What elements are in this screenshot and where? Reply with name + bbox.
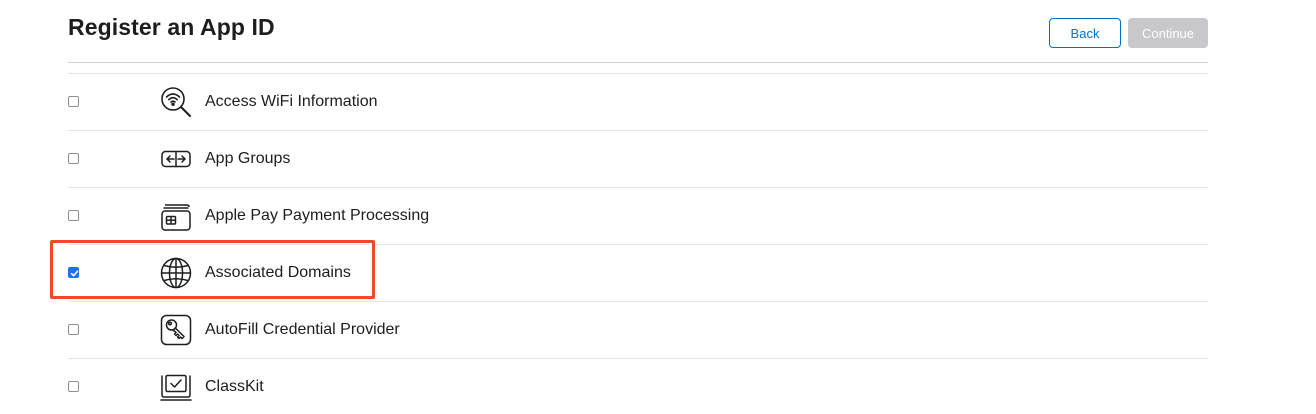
capability-checkbox[interactable] [68, 381, 79, 392]
globe-icon [160, 257, 192, 289]
page-title: Register an App ID [68, 14, 275, 40]
capability-row-apple-pay: Apple Pay Payment Processing [68, 188, 1208, 245]
capability-checkbox[interactable] [68, 210, 79, 221]
back-button[interactable]: Back [1049, 18, 1121, 48]
capability-label: App Groups [205, 150, 291, 167]
capability-checkbox[interactable] [68, 267, 79, 278]
key-icon [160, 314, 192, 346]
page-header: Register an App ID Back Continue [68, 0, 1208, 63]
capability-checkbox[interactable] [68, 153, 79, 164]
capability-label: Apple Pay Payment Processing [205, 207, 430, 224]
capability-label: Access WiFi Information [205, 93, 378, 110]
capability-row-app-groups: App Groups [68, 131, 1208, 188]
capability-label: ClassKit [205, 378, 264, 395]
capabilities-list: Access WiFi Information App Groups Apple… [68, 73, 1208, 414]
wallet-card-icon [160, 200, 192, 232]
capability-row-associated-domains: Associated Domains [68, 245, 1208, 302]
capability-row-access-wifi: Access WiFi Information [68, 74, 1208, 131]
capability-checkbox[interactable] [68, 96, 79, 107]
capability-label: Associated Domains [205, 264, 351, 281]
capability-checkbox[interactable] [68, 324, 79, 335]
classkit-icon [160, 371, 192, 403]
continue-button[interactable]: Continue [1128, 18, 1208, 48]
capability-row-autofill: AutoFill Credential Provider [68, 302, 1208, 359]
wifi-search-icon [160, 86, 192, 118]
app-groups-icon [160, 143, 192, 175]
register-app-id-page: Register an App ID Back Continue Access … [0, 0, 1316, 414]
capability-row-classkit: ClassKit [68, 359, 1208, 414]
capability-label: AutoFill Credential Provider [205, 321, 400, 338]
